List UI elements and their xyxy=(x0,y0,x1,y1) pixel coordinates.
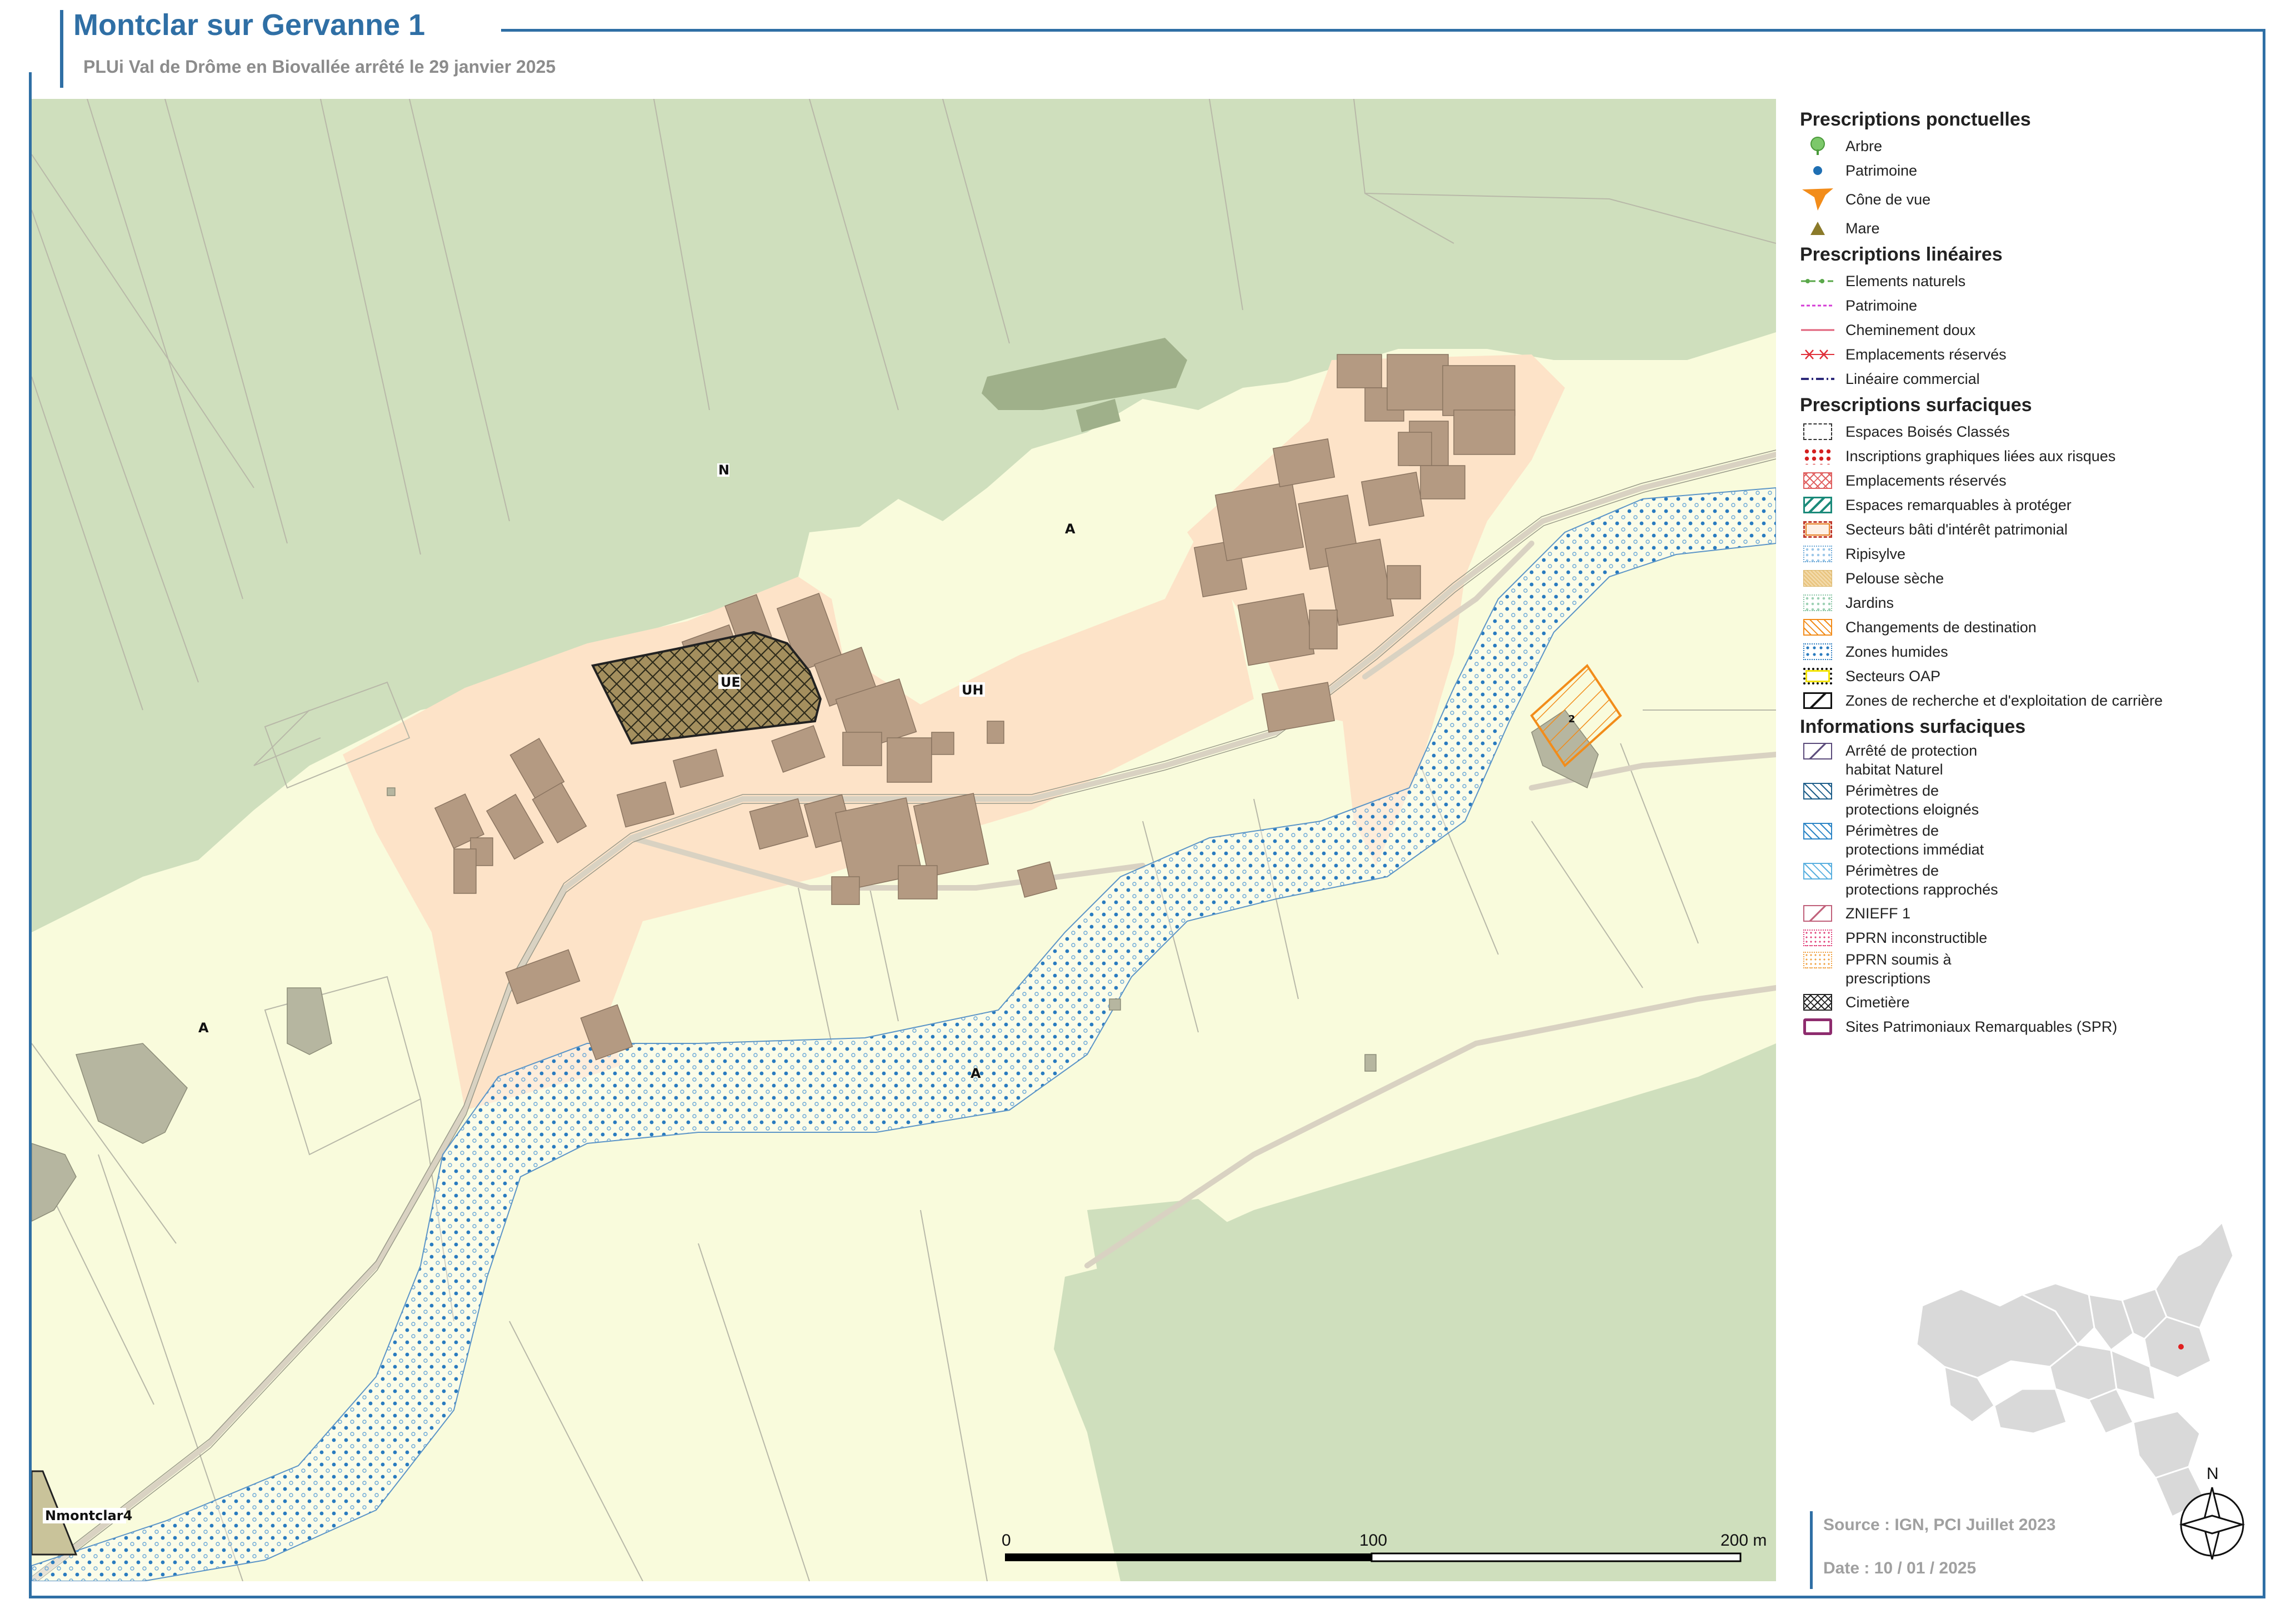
scale-label-100: 100 xyxy=(1359,1531,1387,1550)
swatch-gardens-icon xyxy=(1800,593,1835,613)
swatch-cemetery-icon xyxy=(1800,992,1835,1012)
title-rule xyxy=(500,29,2265,32)
label-zone-ue: UE xyxy=(721,674,741,690)
legend-heading-surfaciques: Prescriptions surfaciques xyxy=(1800,394,2032,416)
tree-icon xyxy=(1800,136,1835,156)
swatch-riparian-icon xyxy=(1800,544,1835,564)
swatch-habitat-icon xyxy=(1800,741,1835,761)
label-zone-a-left: A xyxy=(198,1020,209,1036)
line-commercial-icon xyxy=(1800,369,1835,389)
line-path-icon xyxy=(1800,320,1835,340)
label-zone-a-top: A xyxy=(1065,521,1076,537)
legend-item-cone-de-vue: Cône de vue xyxy=(1800,183,2255,216)
swatch-change-use-icon xyxy=(1800,617,1835,637)
view-cone-icon xyxy=(1800,188,1835,211)
legend-item-emplacements-reserves-line: Emplacements réservés xyxy=(1800,342,2255,367)
swatch-immediate-protection-icon xyxy=(1800,821,1835,841)
swatch-risk-icon xyxy=(1800,446,1835,466)
map-subtitle: PLUi Val de Drôme en Biovallée arrêté le… xyxy=(83,57,556,77)
label-zone-nmontclar4: Nmontclar4 xyxy=(45,1508,132,1523)
swatch-quarry-icon xyxy=(1800,691,1835,711)
line-heritage-icon xyxy=(1800,296,1835,316)
legend-item-znieff: ZNIEFF 1 xyxy=(1800,901,2255,926)
legend-item-changements-destination: Changements de destination xyxy=(1800,615,2255,639)
legend-heading-informations: Informations surfaciques xyxy=(1800,716,2026,737)
legend-item-protection-eloignes: Périmètres de protections eloignés xyxy=(1800,781,2255,821)
swatch-remarkable-icon xyxy=(1800,495,1835,515)
line-natural-icon xyxy=(1800,271,1835,291)
legend: Prescriptions ponctuelles Arbre Patrimoi… xyxy=(1800,106,2255,1039)
source-accent-bar xyxy=(1810,1511,1813,1589)
legend-item-arrete-protection: Arrêté de protection habitat Naturel xyxy=(1800,741,2255,781)
swatch-oap-icon xyxy=(1800,666,1835,686)
swatch-far-protection-icon xyxy=(1800,781,1835,801)
dot-icon xyxy=(1800,161,1835,181)
legend-item-protection-rapproches: Périmètres de protections rapprochés xyxy=(1800,861,2255,901)
legend-item-espaces-remarquables: Espaces remarquables à protéger xyxy=(1800,493,2255,517)
legend-item-elements-naturels: Elements naturels xyxy=(1800,269,2255,293)
legend-item-mare: Mare xyxy=(1800,216,2255,241)
legend-item-bati-patrimonial: Secteurs bâti d'intérêt patrimonial xyxy=(1800,517,2255,542)
scale-label-200: 200 m xyxy=(1720,1531,1767,1550)
map-title: Montclar sur Gervanne 1 xyxy=(73,8,426,42)
title-accent-bar xyxy=(60,10,63,88)
label-zone-n: N xyxy=(718,462,729,478)
label-oap-number: 2 xyxy=(1568,713,1575,725)
legend-item-risques: Inscriptions graphiques liées aux risque… xyxy=(1800,444,2255,468)
legend-item-protection-immediat: Périmètres de protections immédiat xyxy=(1800,821,2255,861)
legend-item-jardins: Jardins xyxy=(1800,591,2255,615)
label-zone-a-river: A xyxy=(971,1066,981,1081)
legend-item-secteurs-oap: Secteurs OAP xyxy=(1800,664,2255,688)
swatch-heritage-area-icon xyxy=(1800,519,1835,539)
legend-item-carriere: Zones de recherche et d'exploitation de … xyxy=(1800,688,2255,713)
legend-item-zones-humides: Zones humides xyxy=(1800,639,2255,664)
line-cross-icon xyxy=(1800,344,1835,364)
legend-item-emplacements-reserves-area: Emplacements réservés xyxy=(1800,468,2255,493)
label-zone-uh: UH xyxy=(962,682,984,698)
swatch-pprn-orange-icon xyxy=(1800,950,1835,970)
swatch-ebc-icon xyxy=(1800,422,1835,442)
swatch-close-protection-icon xyxy=(1800,861,1835,881)
swatch-reserved-icon xyxy=(1800,471,1835,491)
legend-item-pprn-inconstructible: PPRN inconstructible xyxy=(1800,926,2255,950)
swatch-pprn-red-icon xyxy=(1800,928,1835,948)
legend-heading-ponctuelles: Prescriptions ponctuelles xyxy=(1800,109,2031,130)
date-text: Date : 10 / 01 / 2025 xyxy=(1823,1559,1977,1577)
swatch-spr-icon xyxy=(1800,1017,1835,1037)
north-arrow-icon: N xyxy=(2177,1462,2249,1562)
swatch-znieff-icon xyxy=(1800,903,1835,923)
legend-item-ripisylve: Ripisylve xyxy=(1800,542,2255,566)
legend-item-arbre: Arbre xyxy=(1800,134,2255,158)
swatch-wetland-icon xyxy=(1800,642,1835,662)
legend-item-cheminement-doux: Cheminement doux xyxy=(1800,318,2255,342)
legend-item-patrimoine-line: Patrimoine xyxy=(1800,293,2255,318)
swatch-dry-grass-icon xyxy=(1800,568,1835,588)
legend-item-cimetiere: Cimetière xyxy=(1800,990,2255,1015)
source-block: Source : IGN, PCI Juillet 2023 Date : 10… xyxy=(1810,1511,2121,1589)
legend-item-spr: Sites Patrimoniaux Remarquables (SPR) xyxy=(1800,1015,2255,1039)
triangle-icon xyxy=(1800,218,1835,238)
legend-item-pelouse-seche: Pelouse sèche xyxy=(1800,566,2255,591)
legend-heading-lineaires: Prescriptions linéaires xyxy=(1800,244,2003,265)
legend-item-lineaire-commercial: Linéaire commercial xyxy=(1800,367,2255,391)
scale-label-0: 0 xyxy=(1002,1531,1011,1550)
legend-item-pprn-prescriptions: PPRN soumis à prescriptions xyxy=(1800,950,2255,990)
north-label: N xyxy=(2207,1465,2219,1483)
legend-item-patrimoine-point: Patrimoine xyxy=(1800,158,2255,183)
map-canvas[interactable]: N A A A UE UH Nmontclar4 2 0 100 200 m xyxy=(32,99,1776,1581)
legend-item-ebc: Espaces Boisés Classés xyxy=(1800,419,2255,444)
source-text: Source : IGN, PCI Juillet 2023 xyxy=(1823,1516,2056,1534)
